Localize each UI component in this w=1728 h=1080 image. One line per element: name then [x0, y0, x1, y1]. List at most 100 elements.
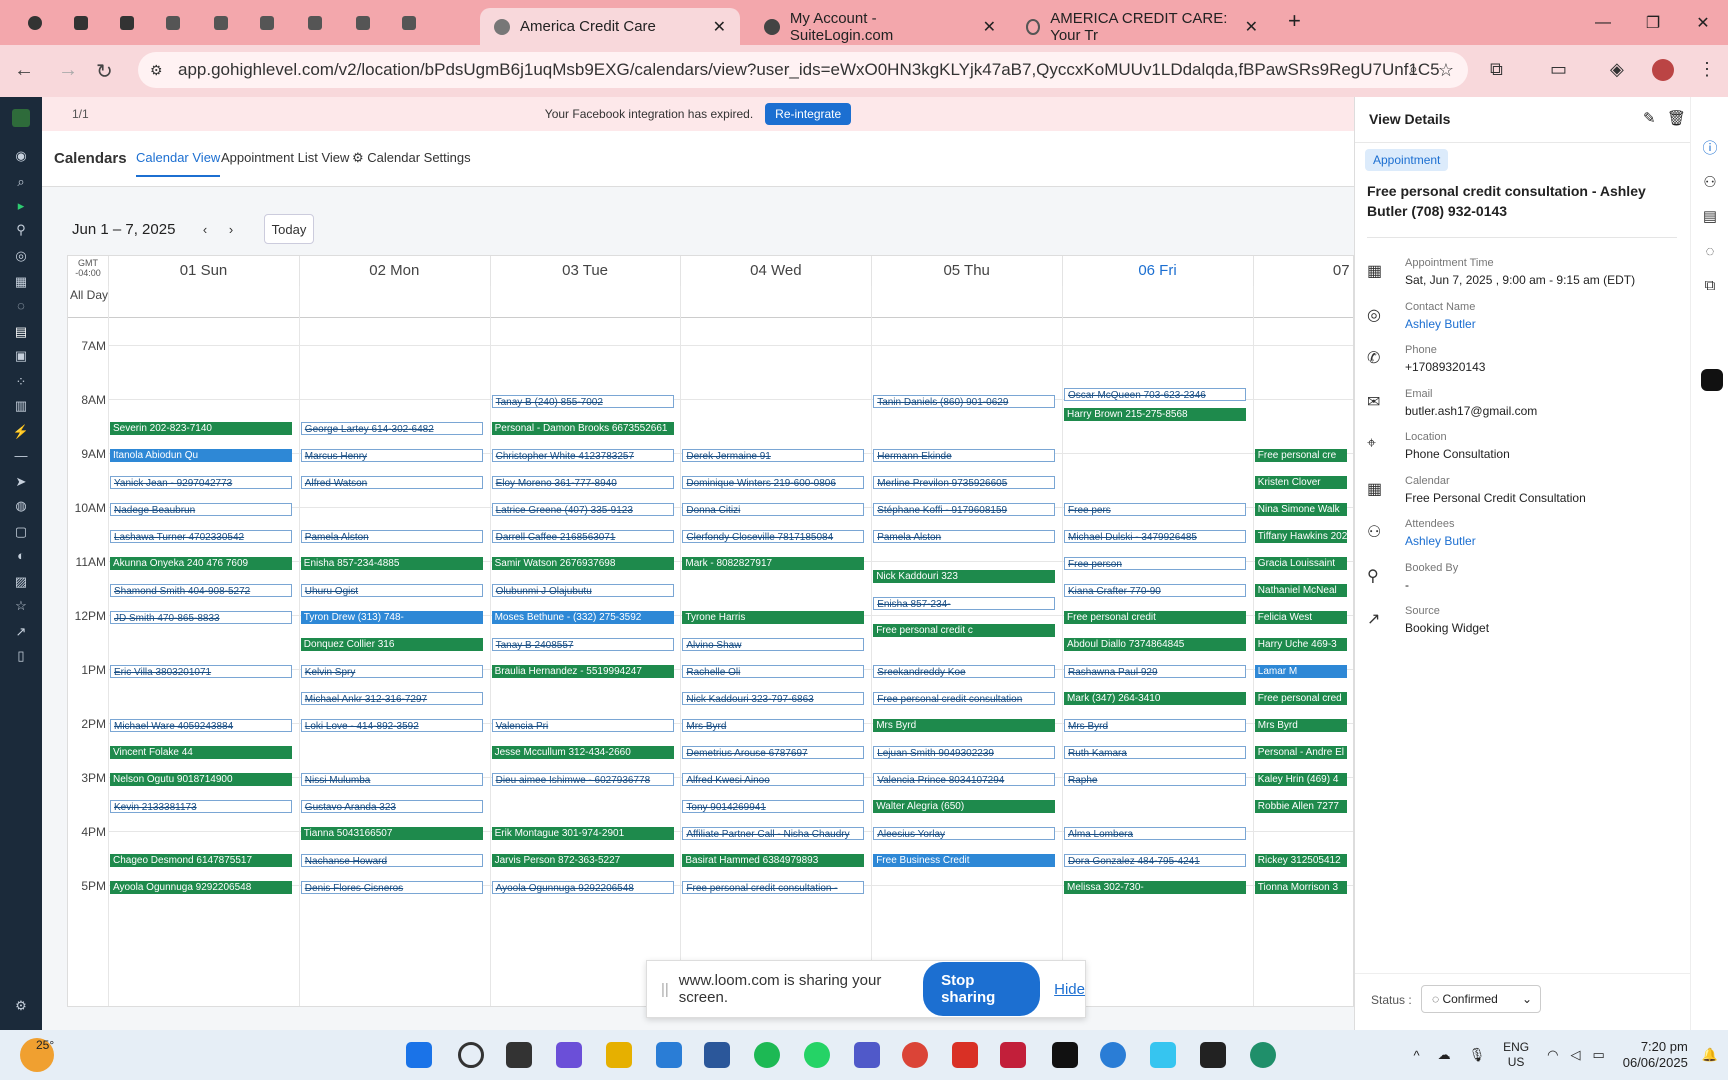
trend-icon[interactable]: ↗ — [12, 623, 30, 641]
calendar-event[interactable]: Harry Uche 469-3 — [1254, 637, 1347, 651]
reload-icon[interactable]: ↻ — [96, 59, 113, 84]
star-icon[interactable]: ☆ — [12, 597, 30, 615]
day-header[interactable]: 07 S — [1252, 256, 1353, 286]
copilot-icon[interactable]: ◈ — [1610, 59, 1624, 80]
search-icon[interactable]: ⌕ — [12, 173, 30, 191]
tab-calendar-settings[interactable]: ⚙ Calendar Settings — [352, 150, 471, 166]
launch-icon[interactable]: ◎ — [12, 247, 30, 265]
contacts-icon[interactable]: ▣ — [12, 347, 30, 365]
calendar-event[interactable]: Olubunmi J Olajubutu — [491, 583, 674, 597]
calendar-event[interactable]: Donna Citizi — [682, 502, 865, 516]
settings-icon[interactable]: ⚙ — [12, 997, 30, 1015]
calendar-event[interactable]: Pamela Alston — [873, 529, 1056, 543]
calendar-event[interactable]: Ruth Kamara — [1064, 745, 1246, 759]
calendar-event[interactable]: Kevin 2133381173 — [110, 799, 292, 813]
calendar-event[interactable]: Michael Ankr 312-316-7297 — [300, 691, 483, 705]
calendar-event[interactable]: Chageo Desmond 6147875517 — [110, 853, 292, 867]
reputation-icon[interactable]: ◍ — [12, 497, 30, 515]
start-icon[interactable] — [406, 1042, 432, 1068]
calendar-event[interactable]: Enisha 857-234- — [873, 597, 1056, 611]
calendar-event[interactable]: Eloy Moreno 361-777-8940 — [491, 475, 674, 489]
calendar-event[interactable]: Lamar M — [1254, 664, 1347, 678]
zoom-icon[interactable]: ⌕ — [1409, 61, 1418, 79]
calendar-event[interactable]: Free personal credit c — [873, 624, 1056, 638]
calendar-event[interactable]: Mark - 8082827917 — [682, 556, 865, 570]
calendar-event[interactable]: Aleesius Yorlay — [873, 826, 1056, 840]
detail-value[interactable]: Ashley Butler — [1405, 534, 1476, 548]
edit-icon[interactable]: ✎ — [1643, 109, 1656, 127]
calendar-event[interactable]: Mrs Byrd — [873, 718, 1056, 732]
calendar-event[interactable]: Enisha 857-234-4885 — [300, 556, 483, 570]
minimize-icon[interactable]: — — [1578, 0, 1628, 45]
calendar-event[interactable]: Valencia Pri — [491, 718, 674, 732]
calendar-event[interactable]: Basirat Hammed 6384979893 — [682, 853, 865, 867]
next-week-icon[interactable]: › — [218, 214, 244, 244]
info-icon[interactable]: ⓘ — [1701, 137, 1719, 157]
search-icon[interactable] — [458, 1042, 484, 1068]
bookmark-star-icon[interactable]: ☆ — [1438, 60, 1454, 81]
chrome-icon[interactable] — [902, 1042, 928, 1068]
calendar-event[interactable]: Alvino Shaw — [682, 637, 865, 651]
calendar-event[interactable]: Free pers — [1064, 502, 1246, 516]
tab-america-credit-care[interactable]: America Credit Care ✕ — [480, 8, 740, 45]
prev-week-icon[interactable]: ‹ — [192, 214, 218, 244]
tab-acc-website[interactable]: AMERICA CREDIT CARE: Your Tr ✕ — [1012, 8, 1272, 45]
reporting-icon[interactable]: ▢ — [12, 523, 30, 541]
launchpad-icon[interactable]: ◉ — [12, 147, 30, 165]
calendar-event[interactable]: Free personal credit consultation — [873, 691, 1056, 705]
payments-icon[interactable]: ▥ — [12, 397, 30, 415]
calendar-event[interactable]: Rachelle Oli — [682, 664, 865, 678]
loom-widget-icon[interactable] — [1701, 369, 1723, 391]
calendar-event[interactable]: Severin 202-823-7140 — [110, 421, 292, 435]
menu-icon[interactable]: ⋮ — [1698, 59, 1716, 80]
pinned-tab[interactable] — [252, 10, 282, 36]
calendar-event[interactable]: Dora Gonzalez 484-795-4241 — [1064, 853, 1246, 867]
clock[interactable]: 7:20 pm 06/06/2025 — [1623, 1039, 1688, 1071]
calendar-event[interactable]: Yanick Jean - 9297042773 — [110, 475, 292, 489]
calendar-event[interactable]: Alfred Watson — [300, 475, 483, 489]
calendar-event[interactable]: Oscar McQueen 703-623-2346 — [1064, 388, 1246, 402]
calendar-event[interactable]: Nick Kaddouri 323-797-6863 — [682, 691, 865, 705]
calendar-event[interactable]: Lejuan Smith 9049302239 — [873, 745, 1056, 759]
calendar-event[interactable]: Free personal credit — [1064, 610, 1246, 624]
calendar-event[interactable]: Dieu aimee Ishimwe - 6027936778 — [491, 772, 674, 786]
calendar-event[interactable]: Raphe — [1064, 772, 1246, 786]
calendar-event[interactable]: Free personal cre — [1254, 448, 1347, 462]
wifi-icon[interactable]: ◠ — [1547, 1047, 1558, 1063]
drag-handle-icon[interactable]: || — [661, 981, 669, 998]
notion-icon[interactable] — [1052, 1042, 1078, 1068]
pinned-tab[interactable] — [112, 10, 142, 36]
calendar-event[interactable]: Free person — [1064, 556, 1246, 570]
cast-icon[interactable]: ▭ — [1550, 59, 1567, 80]
url-input[interactable]: ⚙ app.gohighlevel.com/v2/location/bPdsUg… — [138, 52, 1468, 88]
calendar-event[interactable]: Tianna 5043166507 — [300, 826, 483, 840]
day-header[interactable]: 01 Sun — [108, 256, 298, 286]
app-icon[interactable] — [1250, 1042, 1276, 1068]
calendar-event[interactable]: Eric Villa 3803201071 — [110, 664, 292, 678]
calendar-event[interactable]: Tanay B (240) 855-7002 — [491, 394, 674, 408]
day-header[interactable]: 05 Thu — [871, 256, 1061, 286]
day-header[interactable]: 04 Wed — [680, 256, 870, 286]
location-logo[interactable] — [12, 109, 30, 127]
calendar-event[interactable]: Free Business Credit — [873, 853, 1056, 867]
calendar-event[interactable]: Harry Brown 215-275-8568 — [1064, 408, 1246, 422]
calendar-event[interactable]: Nelson Ogutu 9018714900 — [110, 772, 292, 786]
pinned-tab[interactable] — [20, 10, 50, 36]
tab-suitelogin[interactable]: My Account - SuiteLogin.com ✕ — [750, 8, 1010, 45]
app-icon[interactable] — [1100, 1042, 1126, 1068]
calendar-event[interactable]: Derek Jermaine 91 — [682, 448, 865, 462]
calendar-event[interactable]: Nachanse Howard — [300, 853, 483, 867]
app-icon[interactable] — [1000, 1042, 1026, 1068]
restore-icon[interactable]: ❐ — [1628, 0, 1678, 45]
calendar-event[interactable]: Akunna Onyeka 240 476 7609 — [110, 556, 292, 570]
stop-sharing-button[interactable]: Stop sharing — [923, 962, 1041, 1016]
conversations-icon[interactable]: ◌ — [12, 297, 30, 315]
calendar-event[interactable]: Nissi Mulumba — [300, 772, 483, 786]
volume-icon[interactable]: ◁ — [1570, 1047, 1580, 1063]
file-explorer-icon[interactable] — [606, 1042, 632, 1068]
pinned-tab[interactable] — [348, 10, 378, 36]
calendar-event[interactable]: Walter Alegria (650) — [873, 799, 1056, 813]
calendar-event[interactable]: Darrell Caffee 2168563071 — [491, 529, 674, 543]
calendar-event[interactable]: JD Smith 470-865-8833 — [110, 610, 292, 624]
calendar-event[interactable]: Gustavo Aranda 323 — [300, 799, 483, 813]
